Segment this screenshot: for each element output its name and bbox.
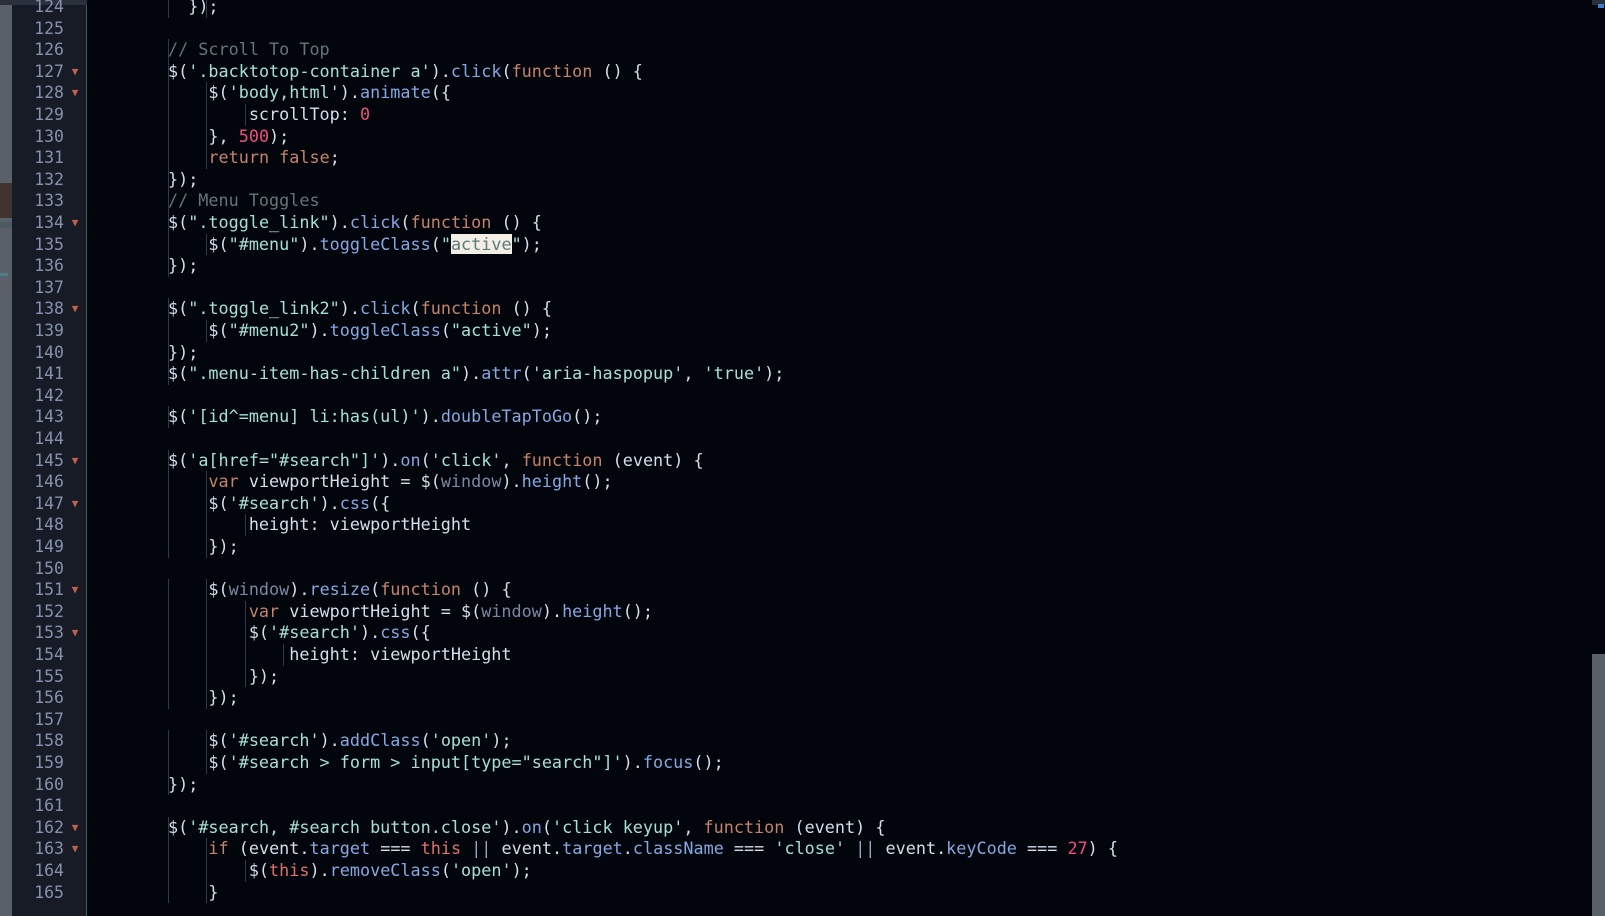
- line-number: 146: [34, 472, 64, 492]
- line-number: 151: [34, 580, 64, 600]
- line-number: 125: [34, 18, 64, 38]
- line-number: 162: [34, 817, 64, 837]
- scrollbar-change-marker: [1598, 4, 1604, 8]
- line-number: 139: [34, 321, 64, 340]
- fold-marker-icon[interactable]: ▼: [68, 450, 82, 472]
- line-number: 154: [34, 645, 64, 664]
- gutter-row: 128 ▼: [0, 82, 1605, 104]
- line-number: 138: [34, 299, 64, 319]
- line-number: 157: [34, 709, 64, 729]
- gutter-row: 148: [0, 514, 1605, 536]
- line-number: 132: [34, 169, 64, 189]
- gutter-row: 137: [0, 277, 1605, 299]
- line-number: 131: [34, 148, 64, 168]
- gutter-row: 130: [0, 126, 1605, 148]
- gutter-row: 134 ▼: [0, 212, 1605, 234]
- gutter-row: 136: [0, 255, 1605, 277]
- gutter-row: 138 ▼: [0, 298, 1605, 320]
- gutter-row: 124: [0, 0, 1605, 18]
- line-number: 136: [34, 256, 64, 276]
- line-number: 163: [34, 839, 64, 859]
- fold-marker-icon[interactable]: ▼: [68, 622, 82, 644]
- gutter-row: 126: [0, 39, 1605, 61]
- line-number: 126: [34, 40, 64, 60]
- line-number: 150: [34, 558, 64, 578]
- gutter-row: 152: [0, 601, 1605, 623]
- line-number: 140: [34, 342, 64, 362]
- gutter-row: 147 ▼: [0, 493, 1605, 515]
- line-number: 144: [34, 429, 64, 448]
- line-number: 152: [34, 601, 64, 621]
- gutter-row: 163 ▼: [0, 838, 1605, 860]
- gutter-row: 160: [0, 774, 1605, 796]
- line-number: 153: [34, 623, 64, 643]
- line-number: 145: [34, 450, 64, 470]
- line-number: 156: [34, 688, 64, 708]
- gutter-row: 162 ▼: [0, 817, 1605, 839]
- gutter-row: 150: [0, 558, 1605, 580]
- gutter-row: 132: [0, 169, 1605, 191]
- line-number: 164: [34, 861, 64, 880]
- gutter-row: 129: [0, 104, 1605, 126]
- vertical-scrollbar[interactable]: [1592, 0, 1605, 916]
- line-number: 124: [34, 0, 64, 16]
- gutter-row: 146: [0, 471, 1605, 493]
- fold-marker-icon[interactable]: ▼: [68, 817, 82, 839]
- line-number: 128: [34, 83, 64, 103]
- gutter-row: 153 ▼: [0, 622, 1605, 644]
- fold-marker-icon[interactable]: ▼: [68, 838, 82, 860]
- gutter-row: 145 ▼: [0, 450, 1605, 472]
- gutter-row: 141: [0, 363, 1605, 385]
- line-number: 137: [34, 277, 64, 297]
- fold-marker-icon[interactable]: ▼: [68, 579, 82, 601]
- gutter-row: 143: [0, 406, 1605, 428]
- gutter-row: 155: [0, 666, 1605, 688]
- gutter-row: 133: [0, 190, 1605, 212]
- line-number: 149: [34, 537, 64, 556]
- gutter-row: 127 ▼: [0, 61, 1605, 83]
- line-number: 158: [34, 731, 64, 751]
- gutter-row: 135: [0, 234, 1605, 256]
- line-number: 130: [34, 126, 64, 146]
- gutter-row: 157: [0, 709, 1605, 731]
- fold-marker-icon[interactable]: ▼: [68, 212, 82, 234]
- line-number: 141: [34, 364, 64, 384]
- gutter-row: 140: [0, 342, 1605, 364]
- gutter-row: 165: [0, 882, 1605, 904]
- line-number: 155: [34, 666, 64, 686]
- gutter-row: 164: [0, 860, 1605, 882]
- gutter-row: 159: [0, 752, 1605, 774]
- vertical-scrollbar-thumb[interactable]: [1592, 654, 1605, 916]
- gutter-row: 161: [0, 795, 1605, 817]
- gutter-row: 154: [0, 644, 1605, 666]
- fold-marker-icon[interactable]: ▼: [68, 493, 82, 515]
- gutter-row: 151 ▼: [0, 579, 1605, 601]
- gutter-row: 149: [0, 536, 1605, 558]
- line-number: 161: [34, 796, 64, 816]
- gutter-row: 139: [0, 320, 1605, 342]
- line-number: 135: [34, 234, 64, 254]
- line-number: 129: [34, 105, 64, 124]
- fold-marker-icon[interactable]: ▼: [68, 61, 82, 83]
- line-number: 148: [34, 515, 64, 535]
- line-number: 133: [34, 191, 64, 211]
- gutter-row: 144: [0, 428, 1605, 450]
- line-number: 142: [34, 385, 64, 405]
- line-number: 143: [34, 407, 64, 427]
- code-editor-window: });// Scroll To Top $('.backtotop-contain…: [0, 0, 1605, 916]
- gutter-row: 142: [0, 385, 1605, 407]
- gutter-row: 156: [0, 687, 1605, 709]
- gutter-row: 158: [0, 730, 1605, 752]
- gutter-row: 125: [0, 18, 1605, 40]
- line-number: 165: [34, 882, 64, 902]
- line-number: 134: [34, 213, 64, 232]
- line-number: 147: [34, 493, 64, 513]
- fold-marker-icon[interactable]: ▼: [68, 82, 82, 104]
- line-number: 160: [34, 774, 64, 794]
- fold-marker-icon[interactable]: ▼: [68, 298, 82, 320]
- line-number: 159: [34, 753, 64, 772]
- gutter-row: 131: [0, 147, 1605, 169]
- line-number: 127: [34, 61, 64, 81]
